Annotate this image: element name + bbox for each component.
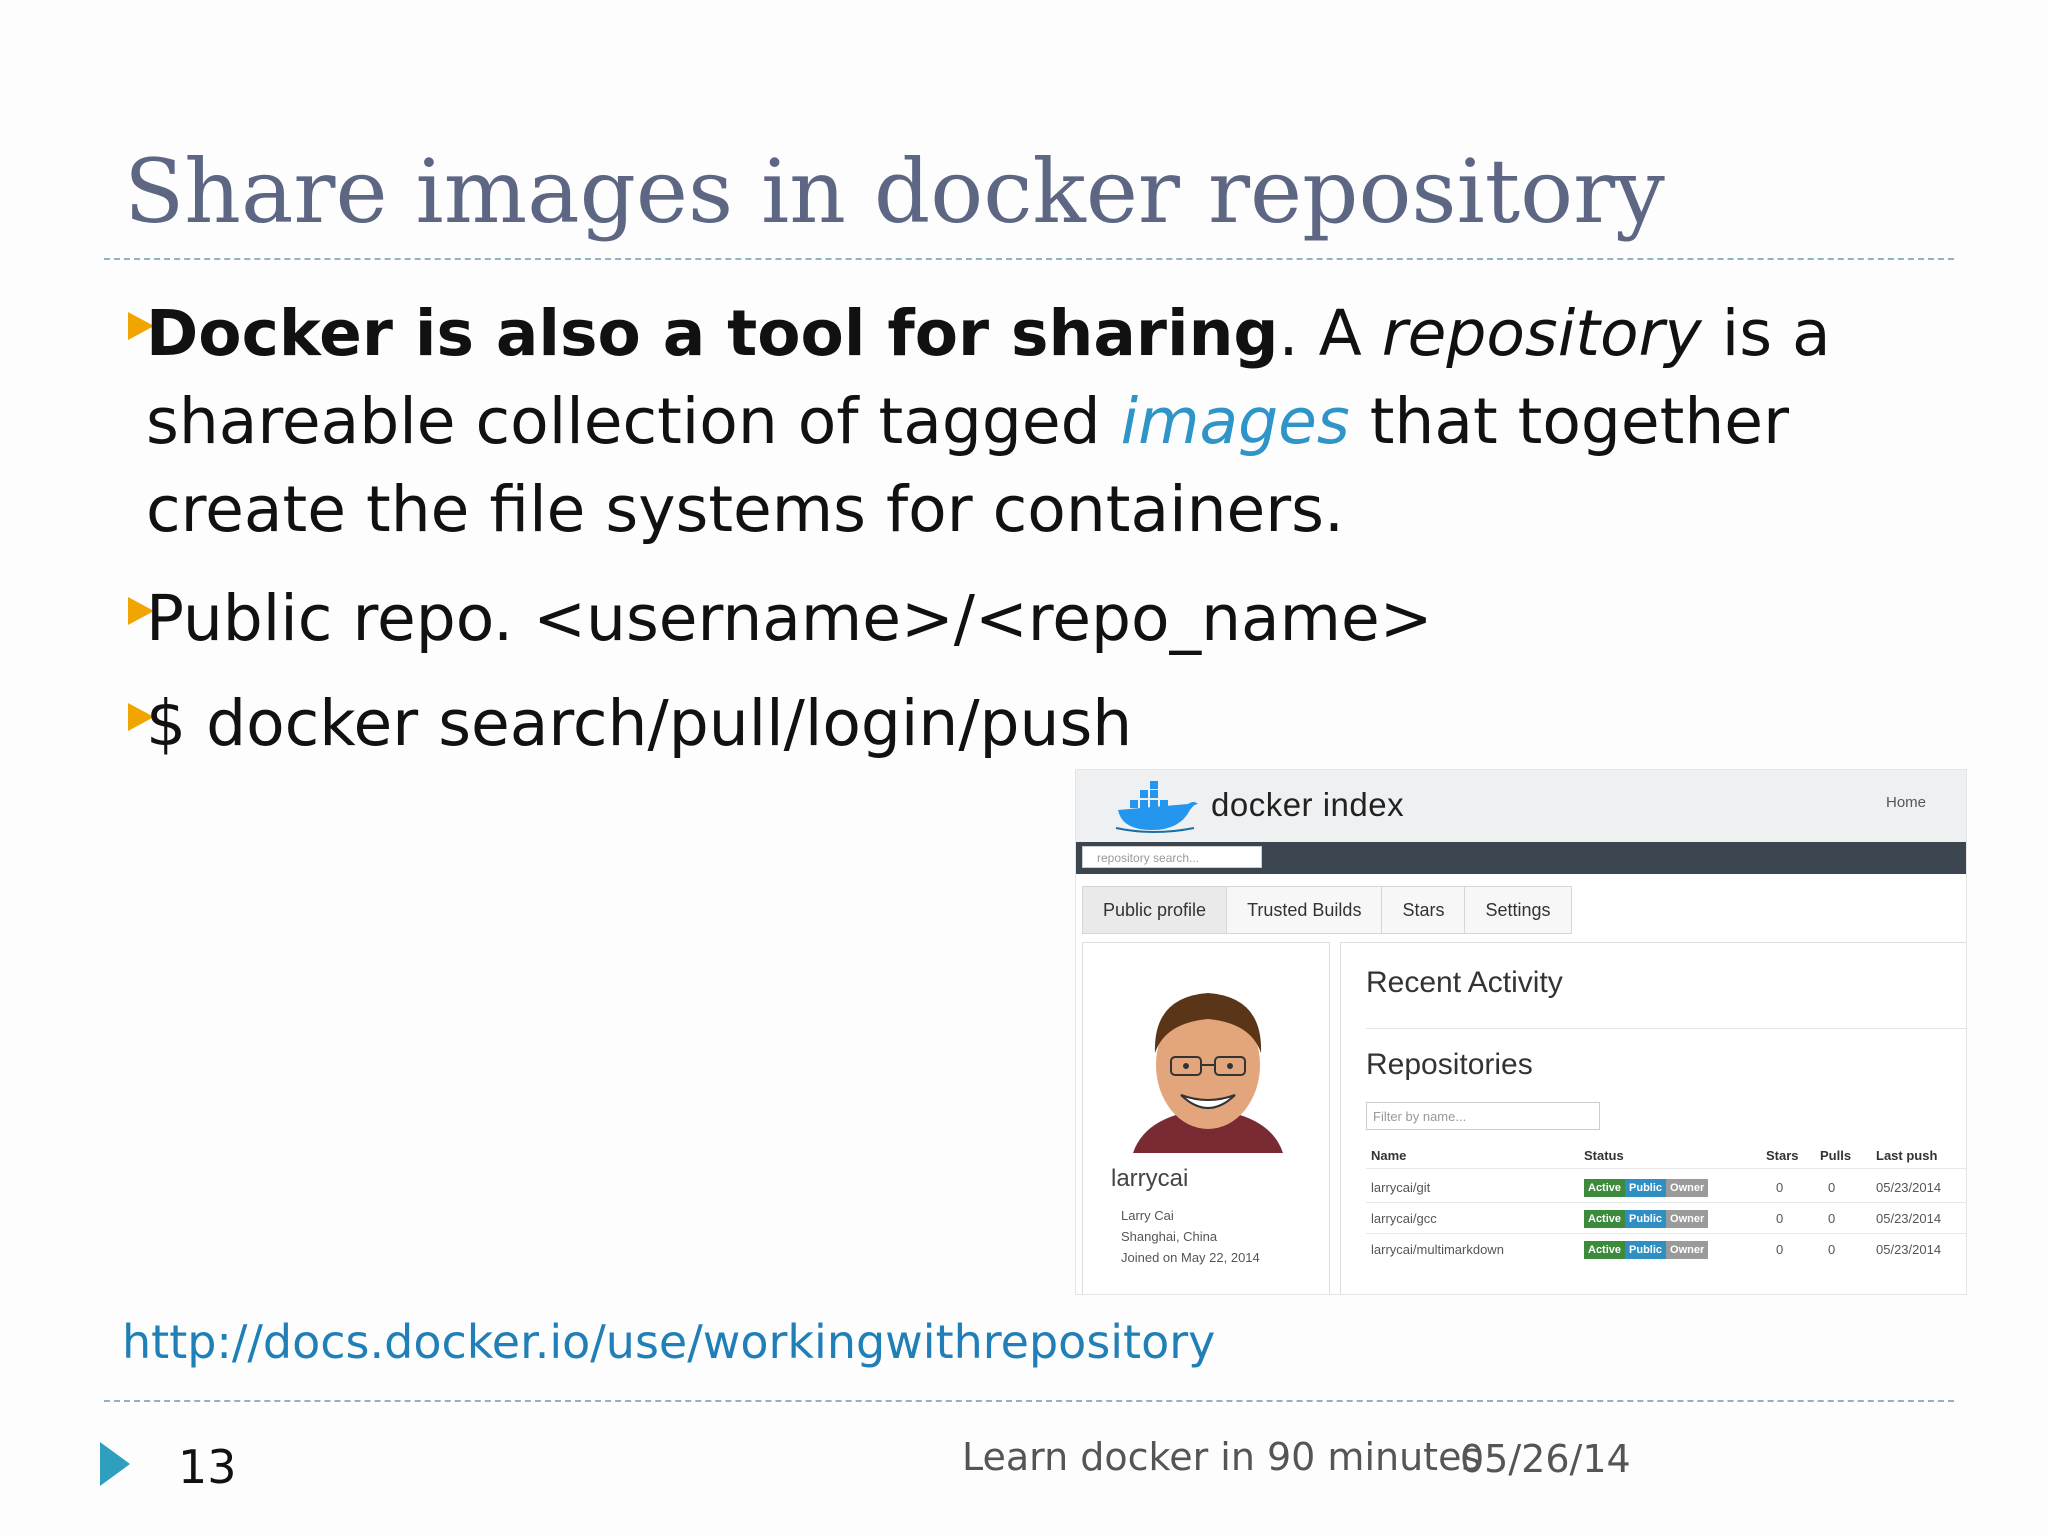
tab-trusted-builds[interactable]: Trusted Builds <box>1227 886 1383 934</box>
badge-owner: Owner <box>1666 1241 1709 1259</box>
footer-title: Learn docker in 90 minutes <box>962 1435 1482 1479</box>
slide-title: Share images in docker repository <box>124 140 1665 243</box>
bullet-1-text-a: . A <box>1278 297 1382 370</box>
badge-public: Public <box>1625 1179 1667 1197</box>
docker-index-screenshot: docker index Home repository search... P… <box>1076 770 1966 1294</box>
footer-divider <box>104 1400 1954 1402</box>
repo-pulls: 0 <box>1828 1180 1836 1195</box>
footer-play-icon <box>100 1442 130 1486</box>
repo-pulls: 0 <box>1828 1242 1836 1257</box>
title-divider <box>104 258 1954 260</box>
badge-owner: Owner <box>1666 1179 1709 1197</box>
badge-active: Active <box>1584 1179 1626 1197</box>
filter-input[interactable]: Filter by name... <box>1366 1102 1600 1130</box>
repo-name-link[interactable]: larrycai/git <box>1371 1180 1430 1195</box>
repo-last-push: 05/23/2014 <box>1876 1242 1942 1257</box>
bullet-2: Public repo. <username>/<repo_name> <box>146 582 1433 655</box>
status-badges: Active Public Owner <box>1584 1241 1709 1259</box>
home-link[interactable]: Home <box>1886 794 1926 811</box>
col-header-pulls: Pulls <box>1820 1148 1852 1163</box>
repo-stars: 0 <box>1776 1211 1784 1226</box>
profile-username: larrycai <box>1111 1165 1189 1192</box>
repo-pulls: 0 <box>1828 1211 1836 1226</box>
badge-public: Public <box>1625 1210 1667 1228</box>
profile-location: Shanghai, China <box>1121 1229 1218 1244</box>
badge-public: Public <box>1625 1241 1667 1259</box>
slide: Share images in docker repository Docker… <box>0 0 2048 1536</box>
row-divider <box>1366 1202 1966 1203</box>
row-divider <box>1366 1233 1966 1234</box>
tab-stars[interactable]: Stars <box>1382 886 1466 934</box>
row-divider <box>1366 1168 1966 1169</box>
repositories-heading: Repositories <box>1366 1048 1533 1081</box>
status-badges: Active Public Owner <box>1584 1179 1709 1197</box>
bullet-3: $ docker search/pull/login/push <box>146 687 1133 760</box>
col-header-stars: Stars <box>1766 1148 1799 1163</box>
bullet-1-images-link[interactable]: images <box>1121 385 1350 458</box>
repository-search-input[interactable]: repository search... <box>1082 846 1262 868</box>
badge-active: Active <box>1584 1241 1626 1259</box>
bullet-1-repository: repository <box>1381 297 1702 370</box>
col-header-last-push: Last push <box>1876 1148 1938 1163</box>
repo-stars: 0 <box>1776 1242 1784 1257</box>
bullet-1: Docker is also a tool for sharing. A rep… <box>146 290 1966 554</box>
section-divider <box>1366 1028 1966 1029</box>
docker-whale-icon <box>1115 781 1198 833</box>
profile-full-name: Larry Cai <box>1121 1208 1174 1223</box>
badge-active: Active <box>1584 1210 1626 1228</box>
avatar <box>1133 993 1283 1153</box>
bullet-1-bold: Docker is also a tool for sharing <box>146 297 1279 370</box>
brand-name: docker index <box>1211 786 1405 823</box>
tab-settings[interactable]: Settings <box>1465 886 1572 934</box>
repo-last-push: 05/23/2014 <box>1876 1180 1942 1195</box>
screenshot-header <box>1076 770 1966 842</box>
badge-owner: Owner <box>1666 1210 1709 1228</box>
profile-card: larrycai Larry Cai Shanghai, China Joine… <box>1082 942 1330 1294</box>
col-header-status: Status <box>1584 1148 1624 1163</box>
repo-name-link[interactable]: larrycai/multimarkdown <box>1371 1242 1504 1257</box>
col-header-name: Name <box>1371 1148 1407 1163</box>
repo-stars: 0 <box>1776 1180 1784 1195</box>
profile-tabs: Public profile Trusted Builds Stars Sett… <box>1082 886 1572 934</box>
tab-public-profile[interactable]: Public profile <box>1082 886 1228 934</box>
status-badges: Active Public Owner <box>1584 1210 1709 1228</box>
docs-url-link[interactable]: http://docs.docker.io/use/workingwithrep… <box>122 1315 1215 1369</box>
footer-date: 05/26/14 <box>1460 1437 1631 1481</box>
profile-joined: Joined on May 22, 2014 <box>1121 1250 1260 1265</box>
page-number: 13 <box>178 1440 237 1494</box>
repo-name-link[interactable]: larrycai/gcc <box>1371 1211 1437 1226</box>
recent-activity-heading: Recent Activity <box>1366 966 1563 999</box>
repo-last-push: 05/23/2014 <box>1876 1211 1942 1226</box>
